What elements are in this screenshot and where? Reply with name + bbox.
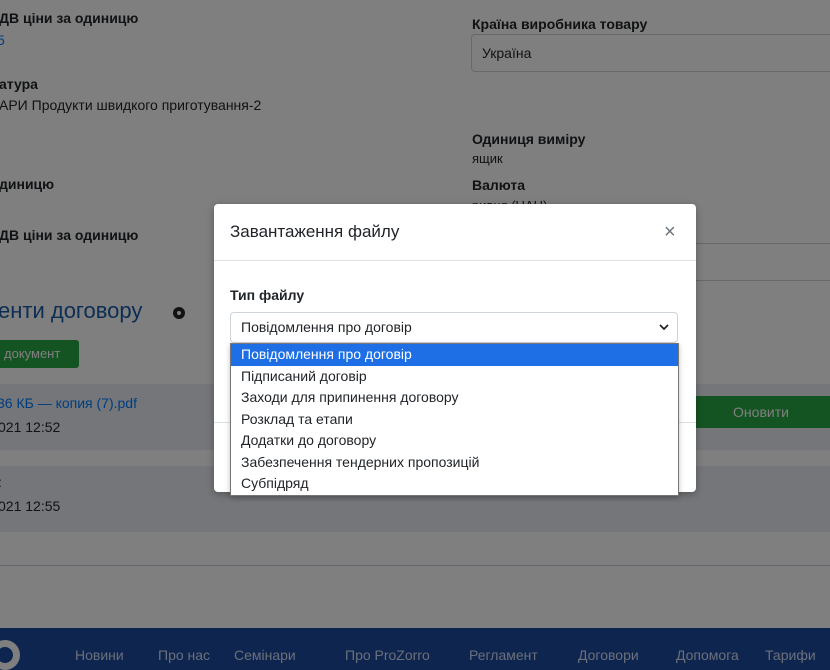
file-type-option[interactable]: Підписаний договір (231, 366, 678, 388)
modal-header: Завантаження файлу × (214, 204, 696, 261)
file-type-selected-value: Повідомлення про договір (241, 319, 412, 335)
close-icon[interactable]: × (664, 222, 676, 242)
file-type-option[interactable]: Повідомлення про договір (231, 344, 678, 366)
file-type-dropdown: Повідомлення про договір Підписаний дого… (230, 343, 679, 496)
file-type-option[interactable]: Додатки до договору (231, 430, 678, 452)
file-type-option[interactable]: Забезпечення тендерних пропозицій (231, 452, 678, 474)
file-type-option[interactable]: Заходи для припинення договору (231, 387, 678, 409)
modal-title: Завантаження файлу (230, 222, 400, 241)
file-type-label: Тип файлу (230, 287, 305, 303)
file-type-option[interactable]: Розклад та етапи (231, 409, 678, 431)
file-type-select[interactable]: Повідомлення про договір (230, 312, 678, 343)
file-type-option[interactable]: Субпідряд (231, 473, 678, 495)
